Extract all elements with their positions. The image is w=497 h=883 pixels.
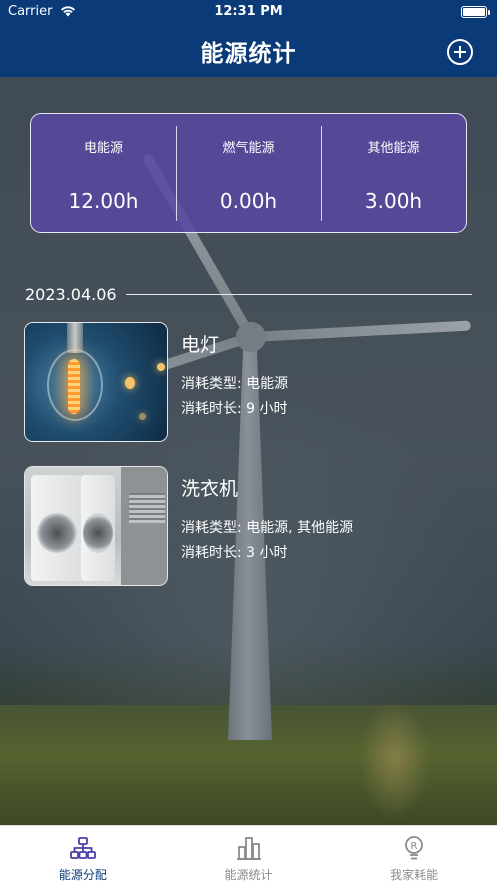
svg-text:R: R (411, 841, 418, 852)
page-title: 能源统计 (200, 41, 297, 67)
navigation-bar: Carrier 12:31 PM 能源统计 (0, 0, 497, 77)
record-type: 消耗类型: 电能源 (181, 376, 289, 392)
tab-label: 我家耗能 (390, 868, 439, 882)
record-type: 消耗类型: 电能源, 其他能源 (181, 520, 354, 536)
summary-value: 3.00h (364, 189, 423, 213)
tab-label: 能源统计 (224, 868, 273, 882)
light-bulb-photo (24, 322, 168, 442)
tab-energy-allocation[interactable]: 能源分配 (0, 826, 166, 883)
battery-icon (461, 6, 490, 18)
status-bar: Carrier 12:31 PM (0, 0, 497, 24)
summary-electric: 电能源 12.00h (31, 114, 176, 232)
summary-gas: 燃气能源 0.00h (176, 114, 321, 232)
record-name: 洗衣机 (181, 478, 239, 500)
record-name: 电灯 (181, 334, 220, 356)
list-item[interactable]: 洗衣机 消耗类型: 电能源, 其他能源 消耗时长: 3 小时 (24, 466, 474, 586)
tab-home-consumption[interactable]: R 我家耗能 (331, 826, 497, 883)
tab-energy-statistics[interactable]: 能源统计 (166, 826, 332, 883)
washing-machine-photo (24, 466, 168, 586)
date-header: 2023.04.06 (25, 285, 117, 304)
tab-bar: 能源分配 能源统计 R 我家耗能 (0, 825, 497, 883)
summary-value: 12.00h (68, 189, 139, 213)
summary-other: 其他能源 3.00h (321, 114, 466, 232)
bulb-r-icon: R (405, 836, 424, 860)
summary-label: 电能源 (83, 141, 123, 156)
energy-summary-card: 电能源 12.00h 燃气能源 0.00h 其他能源 3.00h (30, 113, 467, 233)
tab-label: 能源分配 (58, 868, 107, 882)
summary-label: 燃气能源 (222, 141, 275, 156)
status-time: 12:31 PM (214, 4, 283, 19)
list-item[interactable]: 电灯 消耗类型: 电能源 消耗时长: 9 小时 (24, 322, 474, 442)
add-button[interactable] (447, 39, 473, 65)
summary-value: 0.00h (219, 189, 278, 213)
bar-chart-icon (236, 837, 261, 860)
record-duration: 消耗时长: 9 小时 (181, 401, 288, 417)
date-divider (126, 294, 472, 295)
summary-label: 其他能源 (367, 141, 420, 156)
hierarchy-icon (69, 837, 96, 859)
record-duration: 消耗时长: 3 小时 (181, 545, 288, 561)
